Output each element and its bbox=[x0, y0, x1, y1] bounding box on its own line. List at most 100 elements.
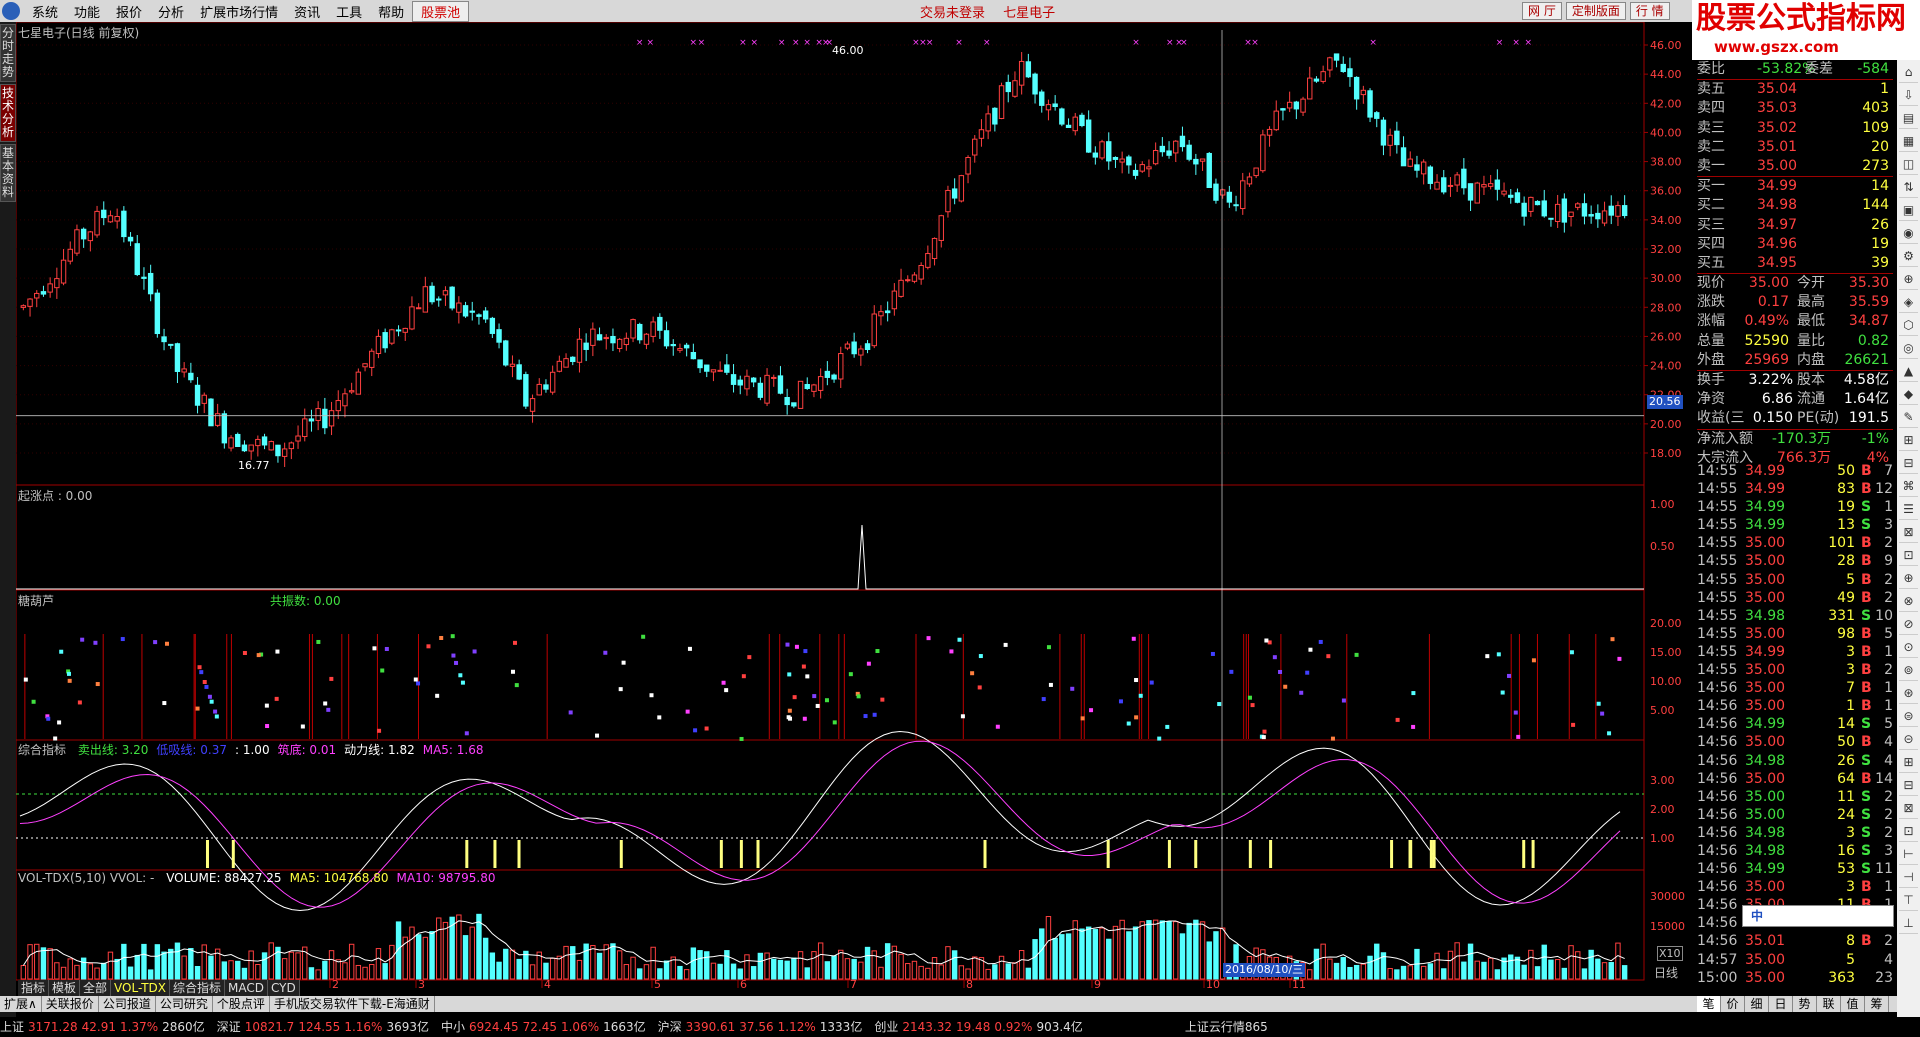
menu-icon[interactable]: ☰ bbox=[1899, 500, 1918, 520]
chart-area[interactable]: 46.00 44.00 42.00 40.00 38.00 36.00 34.00 32.00… bbox=[16, 22, 1700, 988]
add-icon[interactable]: ⊕ bbox=[1899, 270, 1918, 290]
tab-fundamental[interactable]: 基本资料 bbox=[0, 144, 16, 202]
box-icon[interactable]: ⊚ bbox=[1899, 661, 1918, 681]
diamond-icon[interactable]: ◈ bbox=[1899, 293, 1918, 313]
tab-expand[interactable]: 扩展∧ bbox=[0, 996, 42, 1012]
period-label[interactable]: 日线 bbox=[1654, 964, 1678, 981]
home-icon[interactable]: ⊠ bbox=[1899, 523, 1918, 543]
record-icon[interactable]: ◉ bbox=[1899, 224, 1918, 244]
zoom-in-icon[interactable]: ⊤ bbox=[1899, 891, 1918, 911]
stat-value: 52590 bbox=[1744, 332, 1789, 349]
volume-bar bbox=[1447, 950, 1454, 980]
grid-icon[interactable]: ▦ bbox=[1899, 132, 1918, 152]
signal-dot bbox=[1607, 731, 1612, 736]
add-icon[interactable]: ⊝ bbox=[1899, 730, 1918, 750]
hex-icon[interactable]: ⊟ bbox=[1899, 776, 1918, 796]
tab-macd[interactable]: MACD bbox=[225, 980, 268, 996]
signal-dot bbox=[693, 728, 698, 733]
quote-tab[interactable]: 值 bbox=[1841, 996, 1865, 1012]
up-icon[interactable]: ⊡ bbox=[1899, 822, 1918, 842]
target-icon[interactable]: ⊠ bbox=[1899, 799, 1918, 819]
quote-tab[interactable]: 笔 bbox=[1697, 996, 1721, 1012]
menu-right-buttons: 网 厅 定制版面 行 情 bbox=[1522, 2, 1670, 20]
share-row: 收益(三 0.150 PE(动) 191.5 bbox=[1697, 409, 1893, 428]
signal-dot bbox=[435, 693, 440, 698]
menu-tools[interactable]: 工具 bbox=[328, 2, 370, 21]
trade-login-status[interactable]: 交易未登录 bbox=[920, 6, 985, 21]
window-icon[interactable]: ◫ bbox=[1899, 155, 1918, 175]
sort-icon[interactable]: ⇅ bbox=[1899, 178, 1918, 198]
menu-stock-pool[interactable]: 股票池 bbox=[412, 0, 470, 22]
marker-icon[interactable]: ⊢ bbox=[1899, 845, 1918, 865]
menu-system[interactable]: 系统 bbox=[24, 2, 66, 21]
panel2-axis-label: 0.50 bbox=[1650, 540, 1675, 553]
tick-volume: 64 bbox=[1837, 770, 1855, 787]
tab-composite[interactable]: 综合指标 bbox=[169, 980, 225, 996]
index-name: 上证 bbox=[0, 1020, 25, 1034]
ime-toolbar[interactable]: 中 bbox=[1742, 905, 1894, 927]
menu-help[interactable]: 帮助 bbox=[370, 2, 412, 21]
quote-tab[interactable]: 联 bbox=[1817, 996, 1841, 1012]
quote-tab[interactable]: 势 bbox=[1793, 996, 1817, 1012]
diamond-icon[interactable]: ⊞ bbox=[1899, 753, 1918, 773]
tab-template[interactable]: 模板 bbox=[49, 980, 81, 996]
tab-mobile-download[interactable]: 手机版交易软件下载-E海通财 bbox=[270, 996, 435, 1012]
list-icon[interactable]: ⊕ bbox=[1899, 569, 1918, 589]
download-icon[interactable]: ⇩ bbox=[1899, 86, 1918, 106]
pen-icon[interactable]: ✎ bbox=[1899, 408, 1918, 428]
candle-body bbox=[1487, 183, 1494, 187]
menu-analysis[interactable]: 分析 bbox=[150, 2, 192, 21]
download-icon[interactable]: ⊡ bbox=[1899, 546, 1918, 566]
chart-canvas[interactable]: 46.0044.0042.0040.0038.0036.0034.0032.00… bbox=[16, 22, 1700, 988]
tab-indicator[interactable]: 指标 bbox=[18, 980, 50, 996]
tab-company-research[interactable]: 公司研究 bbox=[156, 996, 213, 1012]
signal-dot bbox=[77, 700, 82, 705]
quote-tab[interactable]: 筹 bbox=[1865, 996, 1889, 1012]
quote-tab[interactable]: 价 bbox=[1721, 996, 1745, 1012]
tab-stock-comment[interactable]: 个股点评 bbox=[213, 996, 270, 1012]
volume-bar bbox=[1313, 948, 1320, 980]
ime-mode[interactable]: 中 bbox=[1743, 909, 1763, 923]
tab-related-quote[interactable]: 关联报价 bbox=[42, 996, 99, 1012]
gear-icon[interactable]: ⚙ bbox=[1899, 247, 1918, 267]
grid-icon[interactable]: ⊗ bbox=[1899, 592, 1918, 612]
zoom-out-icon[interactable]: ⊟ bbox=[1899, 454, 1918, 474]
tab-all[interactable]: 全部 bbox=[80, 980, 112, 996]
hex-icon[interactable]: ⬡ bbox=[1899, 316, 1918, 336]
menu-function[interactable]: 功能 bbox=[66, 2, 108, 21]
quote-button[interactable]: 行 情 bbox=[1629, 2, 1670, 20]
volume-bar bbox=[208, 955, 214, 980]
box-icon[interactable]: ▣ bbox=[1899, 201, 1918, 221]
gear-icon[interactable]: ⊜ bbox=[1899, 707, 1918, 727]
quote-tab[interactable]: 细 bbox=[1745, 996, 1769, 1012]
list-icon[interactable]: ▤ bbox=[1899, 109, 1918, 129]
web-hall-button[interactable]: 网 厅 bbox=[1522, 2, 1562, 20]
home-icon[interactable]: ⌂ bbox=[1899, 63, 1918, 83]
pen-icon[interactable]: ⊣ bbox=[1899, 868, 1918, 888]
signal-dot bbox=[1411, 691, 1416, 696]
menu-info[interactable]: 资讯 bbox=[286, 2, 328, 21]
tab-vol-tdx[interactable]: VOL-TDX bbox=[111, 980, 170, 996]
window-icon[interactable]: ⊘ bbox=[1899, 615, 1918, 635]
menu-quote[interactable]: 报价 bbox=[108, 2, 150, 21]
price-axis-label: 20.00 bbox=[1650, 418, 1682, 431]
zoom-out-icon[interactable]: ⊥ bbox=[1899, 914, 1918, 934]
volume-bar bbox=[543, 962, 549, 980]
up-icon[interactable]: ▲ bbox=[1899, 362, 1918, 382]
tab-intraday[interactable]: 分时走势 bbox=[0, 24, 16, 82]
marker-icon[interactable]: ◆ bbox=[1899, 385, 1918, 405]
x-axis-label: 4 bbox=[544, 978, 551, 988]
tab-technical[interactable]: 技术分析 bbox=[0, 84, 16, 142]
target-icon[interactable]: ◎ bbox=[1899, 339, 1918, 359]
sell-level: 卖二 35.01 20 bbox=[1697, 138, 1893, 157]
custom-layout-button[interactable]: 定制版面 bbox=[1565, 2, 1626, 20]
zoom-in-icon[interactable]: ⊞ bbox=[1899, 431, 1918, 451]
quote-tab[interactable]: 日 bbox=[1769, 996, 1793, 1012]
command-icon[interactable]: ⌘ bbox=[1899, 477, 1918, 497]
sort-icon[interactable]: ⊙ bbox=[1899, 638, 1918, 658]
menu-ext-market[interactable]: 扩展市场行情 bbox=[192, 2, 286, 21]
tab-cyd[interactable]: CYD bbox=[267, 980, 300, 996]
volume-bar bbox=[268, 942, 274, 980]
tab-company-report[interactable]: 公司报道 bbox=[99, 996, 156, 1012]
record-icon[interactable]: ⊛ bbox=[1899, 684, 1918, 704]
